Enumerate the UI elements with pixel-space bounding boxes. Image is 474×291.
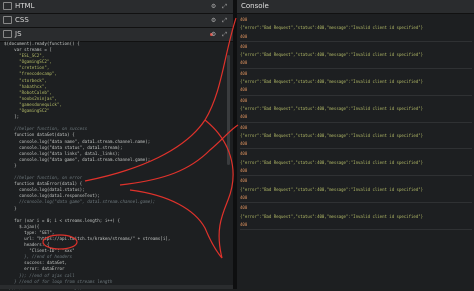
console-status-line: 400 (240, 33, 248, 39)
console-status-line: 400 (240, 221, 248, 227)
console-status-line: 400 (240, 60, 248, 66)
css-panel-title: CSS (15, 16, 29, 24)
console-output: 400 {"error":"Bad Request","status":400,"… (240, 16, 472, 231)
collapse-icon[interactable] (3, 16, 12, 24)
console-message-line: {"error":"Bad Request","status":400,"mes… (240, 186, 424, 192)
console-separator (240, 148, 472, 150)
console-separator (240, 67, 472, 69)
console-status-line: 400 (240, 70, 248, 76)
console-message-line: {"error":"Bad Request","status":400,"mes… (240, 159, 424, 165)
console-header: Console (237, 0, 474, 14)
console-status-line: 400 (240, 205, 248, 211)
html-panel-title: HTML (15, 2, 35, 10)
console-status-line: 400 (240, 124, 248, 130)
js-panel-header[interactable]: JS ⚙ ⤢ (0, 28, 233, 42)
console-status-line: 400 (240, 151, 248, 157)
console-separator (240, 175, 472, 177)
console-separator (240, 40, 472, 42)
editor-scrollbar[interactable] (227, 55, 230, 165)
console-title: Console (241, 2, 269, 10)
console-status-line: 400 (240, 43, 248, 49)
css-panel-header[interactable]: CSS ⚙ ⤢ (0, 14, 233, 28)
collapse-icon[interactable] (3, 2, 12, 10)
console-status-line: 400 (240, 168, 248, 174)
console-separator (240, 202, 472, 204)
editor-bottom-bar (0, 285, 233, 289)
collapse-icon[interactable] (3, 30, 12, 38)
console-status-line: 400 (240, 87, 248, 93)
console-status-line: 400 (240, 114, 248, 120)
panel-controls-icon[interactable]: ⚙ ⤢ (211, 14, 229, 27)
console-separator (240, 121, 472, 123)
console-status-line: 400 (240, 178, 248, 184)
console-message-line: {"error":"Bad Request","status":400,"mes… (240, 132, 424, 138)
console-separator (240, 94, 472, 96)
console-status-line: 400 (240, 97, 248, 103)
console-message-line: {"error":"Bad Request","status":400,"mes… (240, 105, 424, 111)
console-pane: Console 400 {"error":"Bad Request","statu… (237, 0, 474, 289)
console-message-line: {"error":"Bad Request","status":400,"mes… (240, 213, 424, 219)
panel-controls-icon[interactable]: ⚙ ⤢ (211, 0, 229, 13)
js-panel-title: JS (15, 30, 22, 38)
console-message-line: {"error":"Bad Request","status":400,"mes… (240, 52, 424, 58)
panel-controls-icon[interactable]: ⚙ ⤢ (211, 28, 229, 41)
console-status-line: 400 (240, 141, 248, 147)
html-panel-header[interactable]: HTML ⚙ ⤢ (0, 0, 233, 14)
console-status-line: 400 (240, 194, 248, 200)
editor-pane: HTML ⚙ ⤢ CSS ⚙ ⤢ JS ⚙ ⤢ $(document).read… (0, 0, 233, 291)
js-code-editor[interactable]: $(document).ready(function() { var strea… (4, 41, 229, 291)
console-message-line: {"error":"Bad Request","status":400,"mes… (240, 79, 424, 85)
console-status-line: 400 (240, 17, 248, 22)
console-separator (240, 229, 472, 231)
console-message-line: {"error":"Bad Request","status":400,"mes… (240, 25, 424, 31)
